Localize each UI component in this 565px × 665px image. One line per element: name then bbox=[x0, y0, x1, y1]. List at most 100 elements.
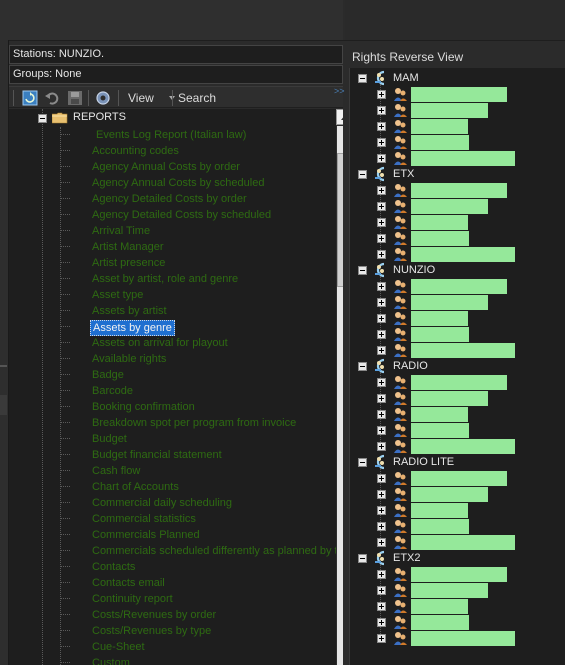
rights-user-row[interactable] bbox=[350, 342, 565, 358]
expand-icon[interactable] bbox=[377, 282, 386, 291]
expand-icon[interactable] bbox=[377, 314, 386, 323]
tree-item-label[interactable]: Costs/Revenues by type bbox=[90, 624, 213, 638]
expand-icon[interactable] bbox=[377, 474, 386, 483]
rights-user-row[interactable] bbox=[350, 518, 565, 534]
user-name-highlight[interactable] bbox=[411, 375, 507, 390]
tree-item-label[interactable]: Agency Detailed Costs by order bbox=[90, 192, 249, 206]
expand-icon[interactable] bbox=[377, 186, 386, 195]
rights-user-row[interactable] bbox=[350, 582, 565, 598]
expand-icon[interactable] bbox=[377, 634, 386, 643]
tree-item-label[interactable]: Costs/Revenues by order bbox=[90, 608, 218, 622]
expand-icon[interactable] bbox=[377, 522, 386, 531]
tree-item-label[interactable]: Budget financial statement bbox=[90, 448, 224, 462]
expand-icon[interactable] bbox=[377, 586, 386, 595]
expand-icon[interactable] bbox=[377, 442, 386, 451]
user-name-highlight[interactable] bbox=[411, 231, 469, 246]
scroll-up-button[interactable] bbox=[336, 109, 343, 125]
tree-item-label[interactable]: Contacts email bbox=[90, 576, 167, 590]
scrollbar-thumb[interactable] bbox=[337, 153, 343, 287]
rights-group-row[interactable]: NUNZIO bbox=[350, 262, 565, 278]
tree-item-label[interactable]: Agency Annual Costs by scheduled bbox=[90, 176, 266, 190]
rights-user-row[interactable] bbox=[350, 438, 565, 454]
rights-user-row[interactable] bbox=[350, 102, 565, 118]
user-name-highlight[interactable] bbox=[411, 407, 468, 422]
collapse-icon[interactable] bbox=[358, 554, 367, 563]
tree-item-label[interactable]: Events Log Report (Italian law) bbox=[94, 128, 248, 142]
collapse-icon[interactable] bbox=[358, 458, 367, 467]
user-name-highlight[interactable] bbox=[411, 279, 507, 294]
expand-icon[interactable] bbox=[377, 122, 386, 131]
rights-user-row[interactable] bbox=[350, 310, 565, 326]
rights-group-row[interactable]: MAM bbox=[350, 70, 565, 86]
user-name-highlight[interactable] bbox=[411, 119, 468, 134]
tree-item-label[interactable]: Cue-Sheet bbox=[90, 640, 147, 654]
user-name-highlight[interactable] bbox=[411, 343, 515, 358]
user-name-highlight[interactable] bbox=[411, 295, 488, 310]
tree-item-label[interactable]: Chart of Accounts bbox=[90, 480, 181, 494]
expand-icon[interactable] bbox=[377, 378, 386, 387]
expand-icon[interactable] bbox=[377, 410, 386, 419]
rights-user-row[interactable] bbox=[350, 470, 565, 486]
user-name-highlight[interactable] bbox=[411, 199, 488, 214]
rights-group-label[interactable]: NUNZIO bbox=[393, 264, 435, 276]
rights-group-label[interactable]: ETX2 bbox=[393, 552, 421, 564]
tree-item-label[interactable]: Assets on arrival for playout bbox=[90, 336, 230, 350]
user-name-highlight[interactable] bbox=[411, 615, 469, 630]
rights-user-row[interactable] bbox=[350, 486, 565, 502]
tree-item-label[interactable]: Available rights bbox=[90, 352, 168, 366]
expand-icon[interactable] bbox=[377, 138, 386, 147]
rights-user-row[interactable] bbox=[350, 182, 565, 198]
expand-icon[interactable] bbox=[377, 202, 386, 211]
rights-group-label[interactable]: RADIO LITE bbox=[393, 456, 454, 468]
rights-user-row[interactable] bbox=[350, 278, 565, 294]
user-name-highlight[interactable] bbox=[411, 583, 488, 598]
expand-icon[interactable] bbox=[377, 506, 386, 515]
rights-user-row[interactable] bbox=[350, 422, 565, 438]
tree-item-label[interactable]: Commercials scheduled differently as pla… bbox=[90, 544, 343, 558]
expand-icon[interactable] bbox=[377, 234, 386, 243]
tree-scrollbar[interactable] bbox=[336, 109, 343, 665]
rights-group-row[interactable]: ETX bbox=[350, 166, 565, 182]
user-name-highlight[interactable] bbox=[411, 423, 469, 438]
user-name-highlight[interactable] bbox=[411, 439, 515, 454]
user-name-highlight[interactable] bbox=[411, 631, 515, 646]
search-button[interactable]: Search bbox=[178, 91, 216, 105]
rights-user-row[interactable] bbox=[350, 230, 565, 246]
expand-icon[interactable] bbox=[377, 346, 386, 355]
collapse-icon[interactable] bbox=[358, 170, 367, 179]
tree-item-label[interactable]: Commercials Planned bbox=[90, 528, 202, 542]
tree-item-label[interactable]: Agency Annual Costs by order bbox=[90, 160, 242, 174]
rights-user-row[interactable] bbox=[350, 598, 565, 614]
rights-user-row[interactable] bbox=[350, 374, 565, 390]
collapse-icon[interactable] bbox=[38, 114, 47, 123]
tree-item-label[interactable]: Accounting codes bbox=[90, 144, 181, 158]
expand-icon[interactable] bbox=[377, 426, 386, 435]
expand-icon[interactable] bbox=[377, 298, 386, 307]
expand-icon[interactable] bbox=[377, 90, 386, 99]
expand-icon[interactable] bbox=[377, 250, 386, 259]
strip-tab[interactable] bbox=[0, 395, 7, 415]
tree-item-label[interactable]: Assets by genre bbox=[90, 320, 175, 336]
rights-group-label[interactable]: MAM bbox=[393, 72, 419, 84]
tree-item-label[interactable]: Asset type bbox=[90, 288, 145, 302]
rights-user-row[interactable] bbox=[350, 86, 565, 102]
user-name-highlight[interactable] bbox=[411, 135, 469, 150]
rights-user-row[interactable] bbox=[350, 150, 565, 166]
expand-icon[interactable] bbox=[377, 218, 386, 227]
collapse-icon[interactable] bbox=[358, 362, 367, 371]
user-name-highlight[interactable] bbox=[411, 519, 469, 534]
tree-item-label[interactable]: Continuity report bbox=[90, 592, 175, 606]
toolbar-overflow-icon[interactable]: >> bbox=[334, 86, 345, 96]
user-name-highlight[interactable] bbox=[411, 311, 468, 326]
tree-item-label[interactable]: Breakdown spot per program from invoice bbox=[90, 416, 298, 430]
tree-item-label[interactable]: Booking confirmation bbox=[90, 400, 197, 414]
undo-icon[interactable] bbox=[44, 90, 60, 106]
tree-item-label[interactable]: Barcode bbox=[90, 384, 135, 398]
expand-icon[interactable] bbox=[377, 618, 386, 627]
rights-user-row[interactable] bbox=[350, 566, 565, 582]
user-name-highlight[interactable] bbox=[411, 247, 515, 262]
tree-item-label[interactable]: Arrival Time bbox=[90, 224, 152, 238]
rights-user-row[interactable] bbox=[350, 630, 565, 646]
tree-item-label[interactable]: Assets by artist bbox=[90, 304, 169, 318]
collapse-icon[interactable] bbox=[358, 74, 367, 83]
